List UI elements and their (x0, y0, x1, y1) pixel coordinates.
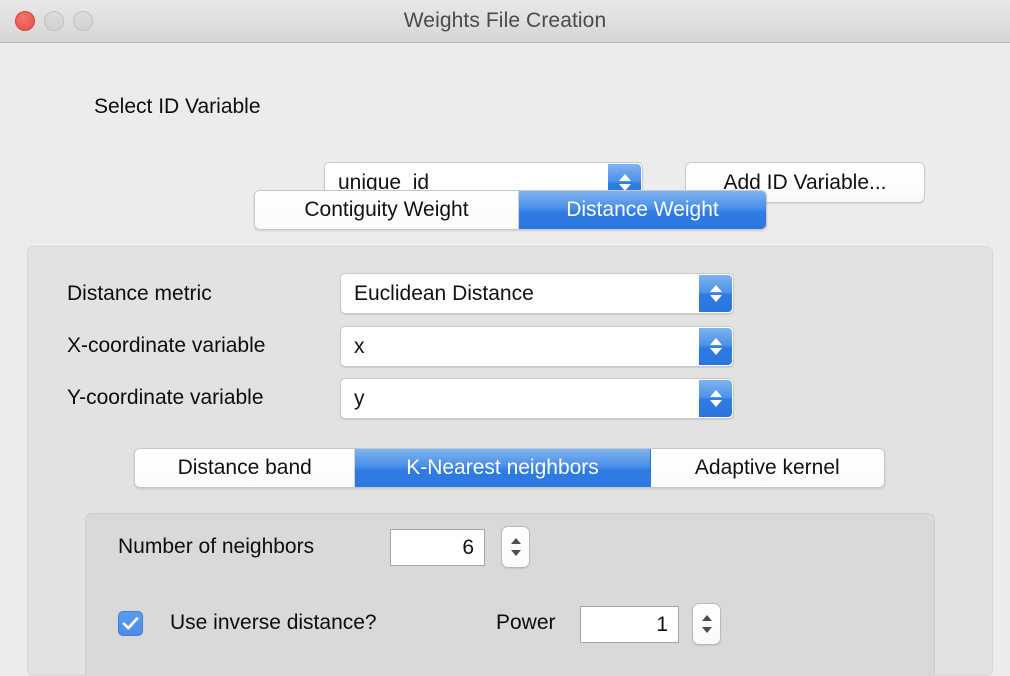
tab-distance-band[interactable]: Distance band (135, 449, 356, 487)
tab-contiguity-weight[interactable]: Contiguity Weight (255, 191, 519, 229)
power-input[interactable]: 1 (580, 606, 679, 643)
distance-metric-arrows[interactable] (699, 275, 732, 312)
distance-metric-value: Euclidean Distance (354, 281, 534, 305)
window-content: Select ID Variable unique_id Add ID Vari… (0, 43, 1010, 676)
number-of-neighbors-stepper[interactable] (501, 526, 530, 568)
number-of-neighbors-label: Number of neighbors (118, 535, 315, 558)
chevron-up-icon (709, 285, 722, 292)
chevron-up-icon (618, 174, 631, 181)
power-stepper[interactable] (692, 603, 721, 645)
chevron-up-icon (510, 538, 521, 544)
chevron-up-icon (701, 615, 712, 621)
y-coordinate-dropdown[interactable]: y (340, 378, 734, 419)
chevron-down-icon (709, 348, 722, 355)
power-label: Power (496, 611, 556, 634)
chevron-down-icon (510, 550, 521, 556)
number-of-neighbors-input[interactable]: 6 (390, 529, 485, 566)
use-inverse-distance-label: Use inverse distance? (170, 611, 377, 634)
y-coordinate-value: y (354, 386, 365, 410)
chevron-down-icon (709, 295, 722, 302)
window-title: Weights File Creation (403, 9, 607, 32)
checkmark-icon (122, 617, 139, 630)
x-coordinate-value: x (354, 334, 365, 358)
title-bar: Weights File Creation (0, 0, 1010, 43)
id-variable-row: Select ID Variable unique_id Add ID Vari… (0, 81, 1010, 203)
chevron-down-icon (701, 627, 712, 633)
x-coordinate-arrows[interactable] (699, 328, 732, 365)
use-inverse-distance-checkbox[interactable] (118, 611, 143, 636)
weight-type-tabs: Contiguity Weight Distance Weight (254, 190, 767, 230)
distance-metric-dropdown[interactable]: Euclidean Distance (340, 273, 734, 314)
select-id-variable-label: Select ID Variable (94, 95, 261, 118)
tab-distance-weight[interactable]: Distance Weight (518, 191, 766, 229)
method-tabs: Distance band K-Nearest neighbors Adapti… (134, 448, 885, 488)
tab-k-nearest-neighbors[interactable]: K-Nearest neighbors (355, 449, 651, 487)
distance-metric-label: Distance metric (67, 282, 212, 305)
chevron-up-icon (709, 390, 722, 397)
tab-adaptive-kernel[interactable]: Adaptive kernel (650, 449, 884, 487)
chevron-up-icon (709, 338, 722, 345)
y-coordinate-arrows[interactable] (699, 380, 732, 417)
x-coordinate-label: X-coordinate variable (67, 334, 266, 357)
x-coordinate-dropdown[interactable]: x (340, 326, 734, 367)
chevron-down-icon (709, 400, 722, 407)
y-coordinate-label: Y-coordinate variable (67, 386, 264, 409)
weights-file-creation-window: Weights File Creation Select ID Variable… (0, 0, 1010, 676)
